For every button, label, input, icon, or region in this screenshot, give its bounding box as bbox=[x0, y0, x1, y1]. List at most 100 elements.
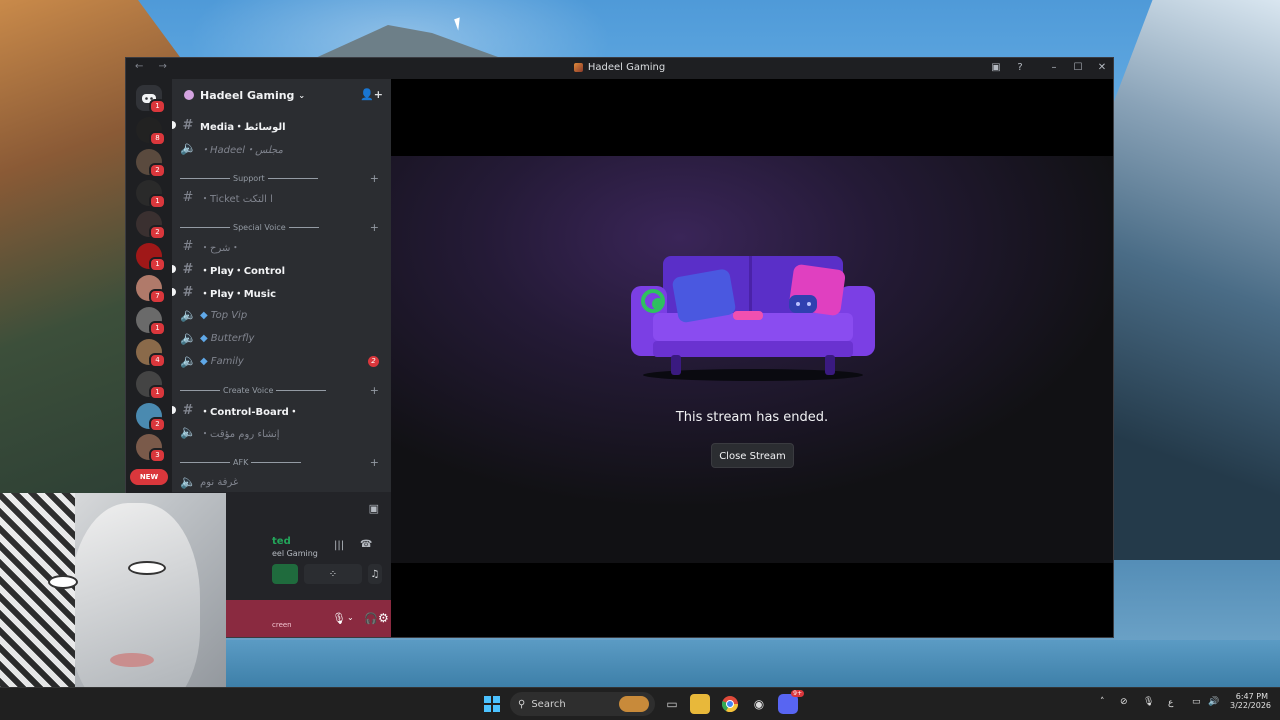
taskbar-search[interactable]: ⚲ Search bbox=[510, 692, 655, 716]
mention-badge: 2 bbox=[149, 163, 166, 178]
settings-gear-icon[interactable]: ⚙ bbox=[378, 611, 389, 625]
microphone-icon[interactable]: 🎙 bbox=[1143, 697, 1154, 707]
text-channel-icon: # bbox=[182, 117, 194, 133]
category-special-voice[interactable]: Special Voice + bbox=[180, 220, 383, 234]
voice-channel-icon: 🔈 bbox=[180, 424, 197, 440]
mention-badge: 4 bbox=[149, 353, 166, 368]
diamond-icon: ◆ bbox=[200, 332, 208, 344]
eye bbox=[128, 561, 166, 575]
voice-server: eel Gaming bbox=[272, 549, 318, 558]
divider bbox=[180, 226, 230, 228]
home-button[interactable]: 1 bbox=[136, 85, 166, 114]
text-channel-icon: # bbox=[182, 284, 194, 300]
category-support[interactable]: Support + bbox=[180, 171, 383, 185]
add-channel-icon[interactable]: + bbox=[370, 456, 379, 469]
task-view-icon[interactable]: ▭ bbox=[662, 694, 682, 714]
headphones-icon[interactable]: 🎧 bbox=[364, 612, 378, 625]
channel-afk-room[interactable]: 🔈 غرفة نوم bbox=[180, 472, 383, 492]
search-placeholder: Search bbox=[531, 698, 566, 710]
disconnect-icon[interactable]: ☎ bbox=[360, 539, 372, 550]
guild-icon[interactable]: 1 bbox=[136, 307, 166, 336]
guild-icon[interactable]: 1 bbox=[136, 180, 166, 209]
mention-badge: 2 bbox=[368, 355, 379, 367]
camera-button[interactable] bbox=[272, 564, 298, 584]
discord-taskbar-icon[interactable]: 9+ bbox=[778, 690, 804, 714]
channel-hadeel[interactable]: 🔈 ・Hadeel・مجلس bbox=[180, 138, 383, 158]
guild-icon[interactable]: 1 bbox=[136, 243, 166, 272]
app-icon[interactable]: ◉ bbox=[749, 694, 769, 714]
chevron-down-icon[interactable]: ⌄ bbox=[347, 613, 354, 622]
guild-icon[interactable]: 7 bbox=[136, 275, 166, 304]
chrome-icon[interactable] bbox=[720, 694, 740, 714]
clock[interactable]: 6:47 PM 3/22/2026 bbox=[1230, 692, 1272, 710]
voice-channel-icon: 🔈 bbox=[180, 474, 197, 490]
text-channel-icon: # bbox=[182, 402, 194, 418]
noise-suppression-icon[interactable]: ||| bbox=[334, 540, 344, 551]
channel-family[interactable]: 🔈 ◆ Family 2 bbox=[180, 351, 383, 371]
discord-window: ← → Hadeel Gaming ▣ ? – ☐ ✕ 1 8 2 1 2 1 … bbox=[125, 57, 1114, 638]
channel-label: Top Vip bbox=[210, 309, 248, 321]
window-title-text: Hadeel Gaming bbox=[587, 62, 666, 73]
chevron-down-icon: ⌄ bbox=[298, 90, 306, 100]
channel-play-music[interactable]: # ・Play・Music bbox=[172, 282, 383, 302]
face bbox=[70, 503, 200, 713]
channel-sharh[interactable]: # ・شرح・ bbox=[180, 236, 383, 256]
volume-icon[interactable]: 🔊 bbox=[1208, 697, 1219, 707]
minimize-button[interactable]: – bbox=[1045, 60, 1063, 76]
guild-icon[interactable]: 2 bbox=[136, 211, 166, 240]
input-language[interactable]: ع bbox=[1168, 698, 1173, 708]
maximize-button[interactable]: ☐ bbox=[1069, 60, 1087, 76]
close-stream-button[interactable]: Close Stream bbox=[711, 443, 794, 468]
category-create-voice[interactable]: Create Voice + bbox=[180, 383, 383, 397]
display-icon[interactable]: ▭ bbox=[1192, 697, 1201, 707]
add-member-icon[interactable]: 👤+ bbox=[360, 88, 383, 101]
voice-channel-icon: 🔈 bbox=[180, 307, 197, 323]
guild-icon[interactable]: 8 bbox=[136, 117, 166, 146]
soundboard-button[interactable]: ♫ bbox=[368, 564, 382, 584]
clock-date: 3/22/2026 bbox=[1230, 701, 1272, 710]
show-hidden-icons[interactable]: ˄ bbox=[1100, 697, 1105, 707]
guild-icon[interactable]: 2 bbox=[136, 149, 166, 178]
server-header[interactable]: Hadeel Gaming ⌄ 👤+ bbox=[172, 79, 391, 111]
close-button[interactable]: ✕ bbox=[1093, 60, 1111, 76]
guild-icon[interactable]: 2 bbox=[136, 403, 166, 432]
stream-stage: This stream has ended. Close Stream bbox=[391, 156, 1113, 563]
add-channel-icon[interactable]: + bbox=[370, 384, 379, 397]
wallpaper-mountain-right bbox=[1110, 0, 1280, 560]
guild-icon[interactable]: 1 bbox=[136, 371, 166, 400]
add-channel-icon[interactable]: + bbox=[370, 172, 379, 185]
windows-logo-icon bbox=[484, 696, 500, 712]
channel-label: ・شرح・ bbox=[200, 242, 241, 254]
channel-create-room[interactable]: 🔈 ・إنشاء روم مؤقت bbox=[180, 422, 383, 442]
channel-ticket[interactable]: # ・Ticket ا التكت bbox=[180, 187, 383, 207]
new-badge: NEW bbox=[130, 469, 168, 485]
voice-channel-icon: 🔈 bbox=[180, 140, 197, 156]
add-channel-icon[interactable]: + bbox=[370, 221, 379, 234]
voice-channel-icon: 🔈 bbox=[180, 353, 197, 369]
channel-butterfly[interactable]: 🔈 ◆ Butterfly bbox=[180, 328, 383, 348]
guild-icon[interactable]: 3 bbox=[136, 434, 166, 463]
unread-pill bbox=[172, 288, 176, 296]
channel-media[interactable]: # Media・الوسائط bbox=[172, 115, 383, 135]
windows-start-icon[interactable] bbox=[482, 694, 502, 714]
network-off-icon[interactable]: ⊘ bbox=[1120, 697, 1128, 707]
activities-button[interactable]: ⁘ bbox=[304, 564, 362, 584]
category-afk[interactable]: AFK + bbox=[180, 455, 383, 469]
guild-icon[interactable]: 4 bbox=[136, 339, 166, 368]
channel-control-board[interactable]: # ・Control-Board・ bbox=[172, 400, 383, 420]
help-icon[interactable]: ? bbox=[1011, 60, 1029, 76]
microphone-icon[interactable]: 🎙 bbox=[332, 612, 346, 625]
channel-top-vip[interactable]: 🔈 ◆ Top Vip bbox=[180, 305, 383, 325]
window-title: Hadeel Gaming bbox=[126, 62, 1113, 73]
stream-popout-icon[interactable]: ▣ bbox=[369, 502, 379, 515]
clock-time: 6:47 PM bbox=[1235, 692, 1268, 701]
mention-badge: 1 bbox=[149, 194, 166, 209]
mention-badge: 2 bbox=[149, 417, 166, 432]
unread-pill bbox=[172, 121, 176, 129]
title-bar: ← → Hadeel Gaming ▣ ? – ☐ ✕ bbox=[126, 58, 1113, 79]
file-explorer-icon[interactable] bbox=[690, 694, 710, 714]
divider bbox=[267, 177, 318, 179]
inbox-icon[interactable]: ▣ bbox=[987, 60, 1005, 76]
diamond-icon: ◆ bbox=[200, 355, 208, 367]
channel-play-control[interactable]: # ・Play・Control bbox=[172, 259, 383, 279]
